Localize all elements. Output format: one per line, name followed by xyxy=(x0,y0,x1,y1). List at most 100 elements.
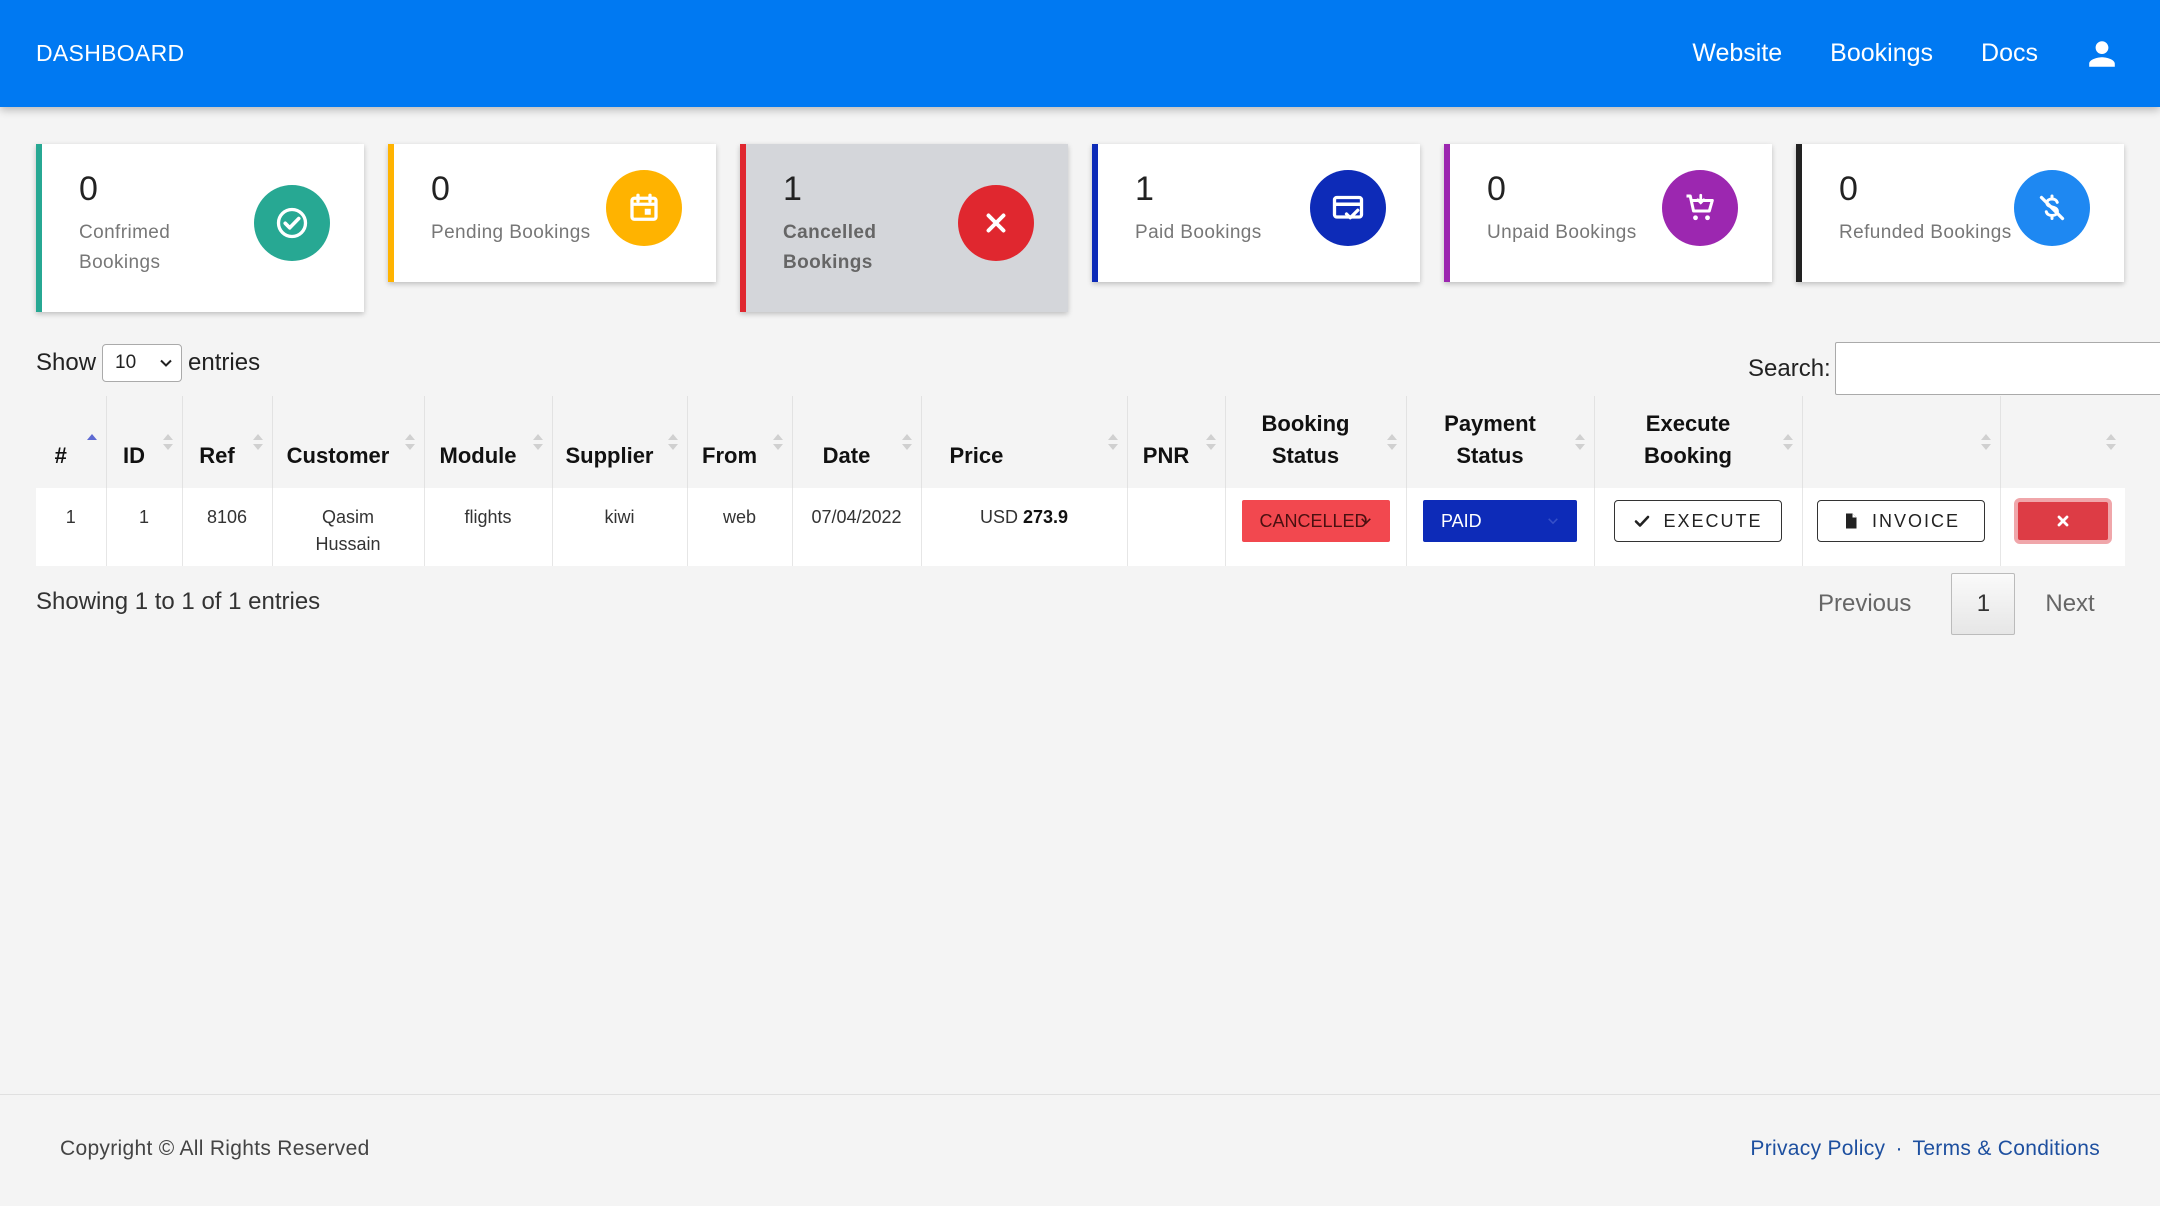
col-header-module[interactable]: Module xyxy=(423,396,552,488)
nav-bookings-link[interactable]: Bookings xyxy=(1830,39,1933,68)
chevron-down-icon xyxy=(1548,518,1558,525)
card-label: Paid Bookings xyxy=(1135,222,1262,243)
previous-button[interactable]: Previous xyxy=(1818,590,1911,618)
cancelled-bookings-card[interactable]: 1 Cancelled Bookings xyxy=(740,144,1068,312)
cell-pnr xyxy=(1126,488,1225,566)
cell-module: flights xyxy=(423,488,552,566)
sort-icon xyxy=(162,434,173,450)
terms-link[interactable]: Terms & Conditions xyxy=(1913,1137,2100,1160)
booking-status-value: CANCELLED xyxy=(1259,510,1368,531)
next-button[interactable]: Next xyxy=(2045,590,2094,618)
confirmed-bookings-card[interactable]: 0 Confrimed Bookings xyxy=(36,144,364,312)
nav-menu: Website Bookings Docs xyxy=(1692,0,2160,107)
credit-card-check-icon xyxy=(1310,170,1386,246)
entries-select-value: 10 xyxy=(115,352,137,373)
col-header-delete[interactable] xyxy=(1999,396,2125,488)
search-label: Search: xyxy=(1748,354,1831,382)
cell-from: web xyxy=(686,488,792,566)
entries-length-control: Show 10 entries xyxy=(36,344,260,382)
col-header-customer[interactable]: Customer xyxy=(271,396,424,488)
search-input[interactable] xyxy=(1834,342,2160,395)
sort-icon xyxy=(1386,434,1397,450)
price-value: 273.9 xyxy=(1022,507,1069,527)
paid-bookings-card[interactable]: 1 Paid Bookings xyxy=(1092,144,1420,282)
no-dollar-icon xyxy=(2014,170,2090,246)
customer-name: Qasim Hussain xyxy=(315,507,381,554)
invoice-button[interactable]: INVOICE xyxy=(1817,500,1985,542)
col-header-pnr[interactable]: PNR xyxy=(1126,396,1225,488)
col-header-from[interactable]: From xyxy=(686,396,792,488)
chevron-down-icon xyxy=(160,359,172,367)
cell-date: 07/04/2022 xyxy=(791,488,921,566)
unpaid-bookings-card[interactable]: 0 Unpaid Bookings xyxy=(1444,144,1772,282)
col-header-price[interactable]: Price xyxy=(920,396,1127,488)
page-button-1[interactable]: 1 xyxy=(1951,573,2016,635)
col-header-payment-status[interactable]: Payment Status xyxy=(1405,396,1594,488)
show-label: Show xyxy=(36,349,97,376)
copyright-text: Copyright © All Rights Reserved xyxy=(60,1137,370,1160)
calendar-icon xyxy=(606,170,682,246)
top-navbar: DASHBOARD Website Bookings Docs xyxy=(0,0,2160,107)
entries-label: entries xyxy=(188,349,261,376)
cell-id: 1 xyxy=(105,488,182,566)
sort-icon xyxy=(532,434,543,450)
sort-icon xyxy=(1574,434,1585,450)
nav-website-link[interactable]: Website xyxy=(1692,39,1782,68)
cell-supplier: kiwi xyxy=(551,488,687,566)
footer-links: Privacy Policy · Terms & Conditions xyxy=(1750,1137,2100,1161)
col-header-invoice[interactable] xyxy=(1801,396,2000,488)
sort-asc-icon xyxy=(86,434,97,440)
delete-button[interactable] xyxy=(2013,498,2112,544)
sort-icon xyxy=(2106,434,2116,450)
sort-icon xyxy=(772,434,783,450)
col-header-execute-booking[interactable]: Execute Booking xyxy=(1593,396,1802,488)
nav-docs-link[interactable]: Docs xyxy=(1981,39,2038,68)
sort-icon xyxy=(404,434,415,450)
col-header-num[interactable]: # xyxy=(36,396,106,488)
cell-price: USD 273.9 xyxy=(920,488,1127,566)
refunded-bookings-card[interactable]: 0 Refunded Bookings xyxy=(1796,144,2124,282)
brand-title[interactable]: DASHBOARD xyxy=(36,40,184,67)
cell-payment-status: PAID xyxy=(1405,488,1594,566)
pagination: Previous 1 Next xyxy=(1818,573,2095,635)
price-currency: USD xyxy=(979,507,1018,527)
card-label: Pending Bookings xyxy=(431,222,591,243)
payment-status-value: PAID xyxy=(1441,510,1482,531)
cell-ref: 8106 xyxy=(181,488,272,566)
payment-status-select[interactable]: PAID xyxy=(1423,500,1577,542)
cart-icon xyxy=(1662,170,1738,246)
cell-customer: Qasim Hussain xyxy=(271,488,424,566)
table-info: Showing 1 to 1 of 1 entries xyxy=(36,588,321,615)
sort-icon xyxy=(252,434,263,450)
pending-bookings-card[interactable]: 0 Pending Bookings xyxy=(388,144,716,282)
chevron-down-icon xyxy=(1360,518,1371,525)
privacy-policy-link[interactable]: Privacy Policy xyxy=(1750,1137,1885,1160)
card-count: 1 xyxy=(783,170,802,208)
table-row: 1 1 8106 Qasim Hussain flights kiwi web … xyxy=(36,488,2125,566)
card-count: 1 xyxy=(1135,170,1154,208)
entries-select[interactable]: 10 xyxy=(102,344,183,382)
sort-icon xyxy=(1782,434,1793,450)
col-header-ref[interactable]: Ref xyxy=(181,396,272,488)
file-icon xyxy=(1845,513,1857,529)
execute-button[interactable]: EXECUTE xyxy=(1614,500,1782,542)
check-icon xyxy=(1635,515,1650,527)
card-count: 0 xyxy=(79,170,98,208)
user-icon[interactable] xyxy=(2086,38,2118,70)
card-label: Refunded Bookings xyxy=(1839,222,2012,243)
col-header-date[interactable]: Date xyxy=(791,396,921,488)
col-header-supplier[interactable]: Supplier xyxy=(551,396,687,488)
close-icon xyxy=(2057,515,2069,527)
sort-icon xyxy=(1980,434,1991,450)
card-label: Confrimed Bookings xyxy=(79,222,171,273)
col-header-id[interactable]: ID xyxy=(105,396,182,488)
sort-icon xyxy=(1205,434,1216,450)
table-header-row: # ID Ref Customer Module Supplier From D… xyxy=(36,396,2125,488)
booking-status-select[interactable]: CANCELLED xyxy=(1241,500,1390,542)
card-count: 0 xyxy=(1487,170,1506,208)
execute-label: EXECUTE xyxy=(1663,510,1763,531)
cell-delete xyxy=(1999,488,2125,566)
col-header-booking-status[interactable]: Booking Status xyxy=(1224,396,1406,488)
card-count: 0 xyxy=(1839,170,1858,208)
card-label: Cancelled Bookings xyxy=(783,222,877,273)
